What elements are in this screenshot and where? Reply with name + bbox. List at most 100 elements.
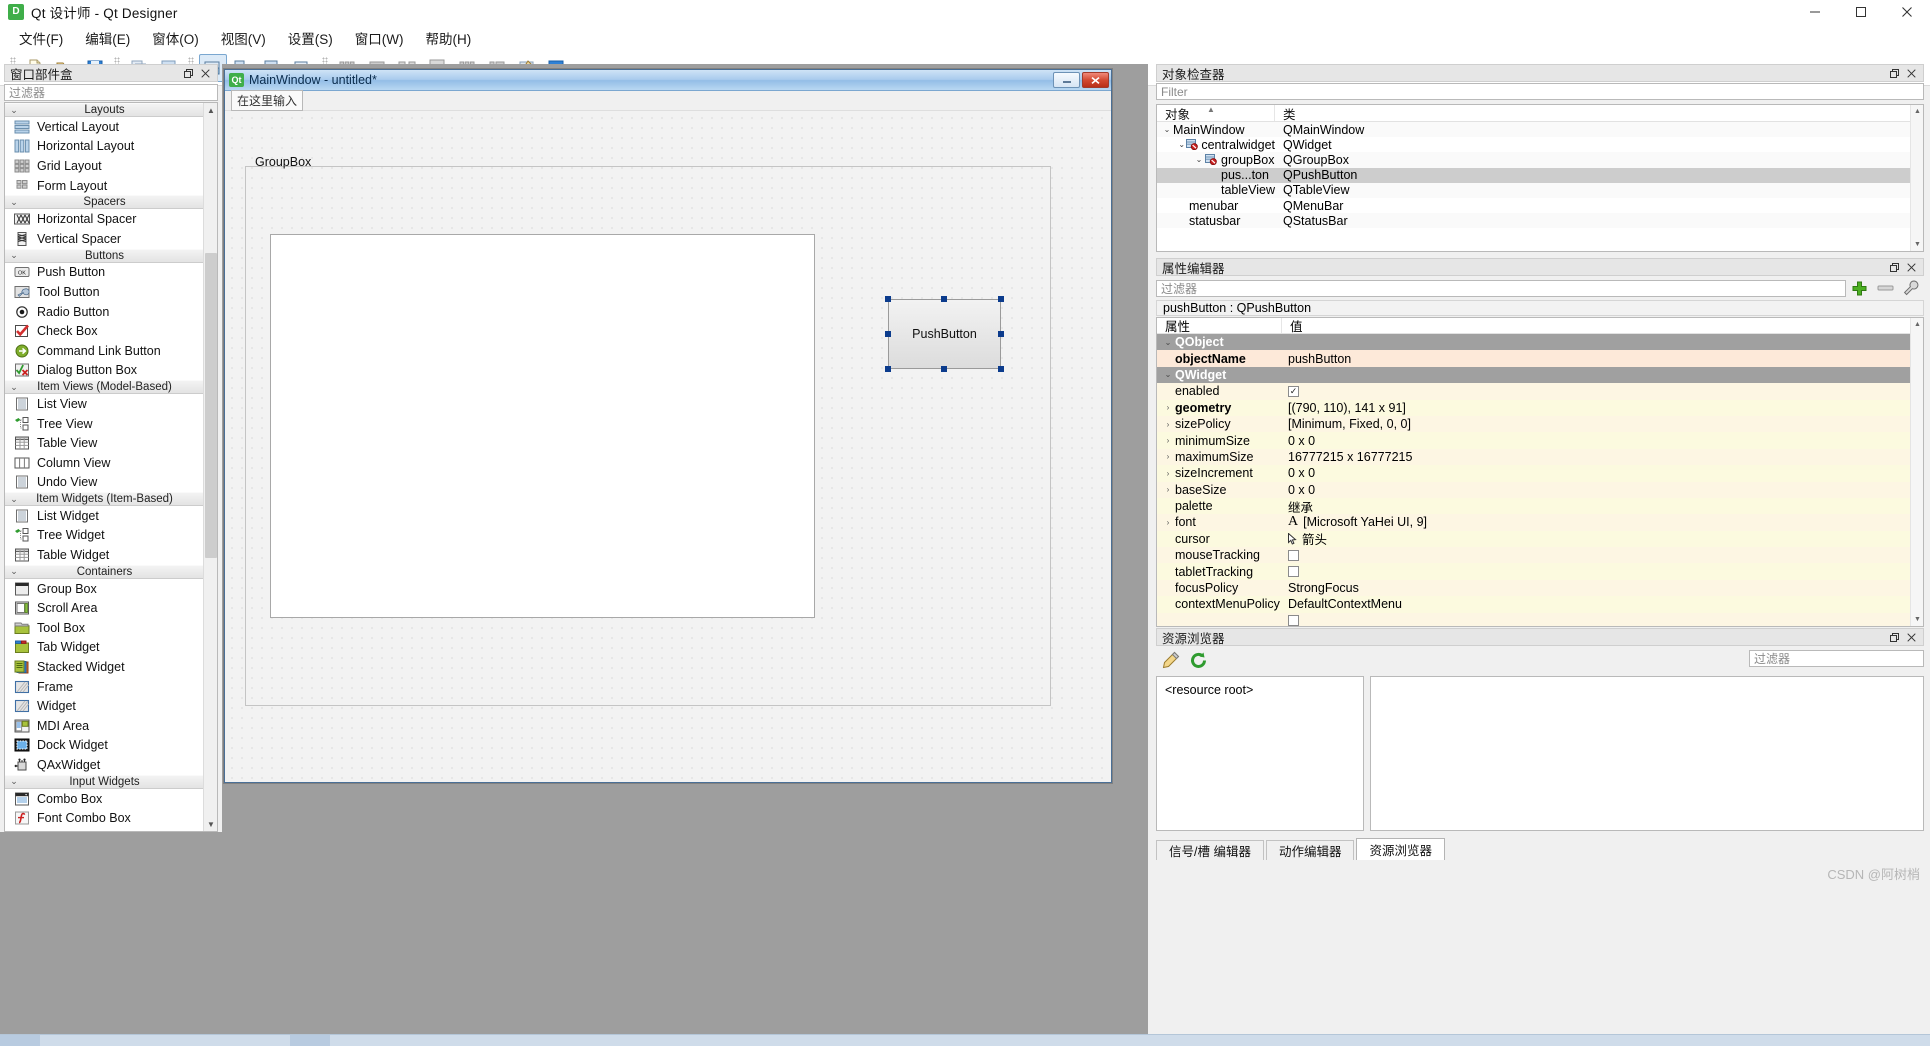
- widget-item-stacked-widget[interactable]: Stacked Widget: [5, 657, 204, 677]
- property-row-tabletTracking[interactable]: tabletTracking: [1157, 563, 1923, 580]
- float-icon[interactable]: [1887, 630, 1901, 644]
- widget-item-frame[interactable]: Frame: [5, 677, 204, 697]
- property-value-cell[interactable]: pushButton: [1282, 352, 1923, 366]
- tab-resource-browser[interactable]: 资源浏览器: [1356, 838, 1445, 860]
- widget-item-push-button[interactable]: OK Push Button: [5, 263, 204, 283]
- widget-group-containers[interactable]: ⌄ Containers: [5, 564, 204, 579]
- property-row-partial[interactable]: [1157, 612, 1923, 626]
- form-minimize-button[interactable]: [1053, 72, 1080, 88]
- object-row-centralwidget[interactable]: ⌄ centralwidget QWidget: [1157, 137, 1923, 152]
- widget-item-horizontal-layout[interactable]: Horizontal Layout: [5, 137, 204, 157]
- minimize-button[interactable]: [1792, 0, 1838, 24]
- checkbox-unchecked-icon[interactable]: [1288, 549, 1299, 561]
- property-row-geometry[interactable]: › geometry [(790, 110), 141 x 91]: [1157, 399, 1923, 416]
- widget-item-group-box[interactable]: Group Box: [5, 579, 204, 599]
- property-row-QWidget[interactable]: ⌄ QWidget: [1157, 366, 1923, 384]
- resource-root-item[interactable]: <resource root>: [1165, 683, 1253, 697]
- widget-item-tree-view[interactable]: Tree View: [5, 414, 204, 434]
- object-inspector-filter[interactable]: Filter: [1156, 83, 1924, 100]
- widget-item-dock-widget[interactable]: Dock Widget: [5, 736, 204, 756]
- widget-item-tab-widget[interactable]: Tab Widget: [5, 638, 204, 658]
- property-row-maximumSize[interactable]: › maximumSize 16777215 x 16777215: [1157, 448, 1923, 466]
- chevron-right-icon[interactable]: ›: [1161, 469, 1175, 478]
- widget-item-combo-box[interactable]: Combo Box: [5, 789, 204, 809]
- property-row-objectName[interactable]: objectName pushButton: [1157, 350, 1923, 367]
- close-icon[interactable]: [1904, 630, 1918, 644]
- chevron-down-icon[interactable]: ⌄: [1161, 338, 1175, 347]
- property-row-minimumSize[interactable]: › minimumSize 0 x 0: [1157, 432, 1923, 449]
- widget-group-layouts[interactable]: ⌄ Layouts: [5, 103, 204, 117]
- column-header-property[interactable]: 属性: [1157, 318, 1282, 334]
- property-editor-grid[interactable]: 属性 值 ⌄ QObject objectName pushButton ⌄ QWidge…: [1156, 317, 1924, 627]
- widget-item-scroll-area[interactable]: Scroll Area: [5, 598, 204, 618]
- resize-handle-bottom-right[interactable]: [998, 366, 1004, 372]
- property-row-palette[interactable]: palette 继承: [1157, 497, 1923, 515]
- widget-group-buttons[interactable]: ⌄ Buttons: [5, 248, 204, 263]
- resource-tree[interactable]: <resource root>: [1156, 676, 1364, 831]
- widget-item-tool-box[interactable]: Tool Box: [5, 618, 204, 638]
- widget-group-item-widgets-item-based[interactable]: ⌄ Item Widgets (Item-Based): [5, 492, 204, 507]
- property-row-sizePolicy[interactable]: › sizePolicy [Minimum, Fixed, 0, 0]: [1157, 415, 1923, 433]
- scroll-down-icon[interactable]: ▼: [1911, 238, 1923, 251]
- property-value-cell[interactable]: StrongFocus: [1282, 581, 1923, 595]
- close-button[interactable]: [1884, 0, 1930, 24]
- widget-item-vertical-layout[interactable]: Vertical Layout: [5, 117, 204, 137]
- widget-item-radio-button[interactable]: Radio Button: [5, 302, 204, 322]
- widget-item-command-link-button[interactable]: Command Link Button: [5, 341, 204, 361]
- chevron-down-icon[interactable]: ⌄: [1161, 370, 1175, 379]
- property-value-cell[interactable]: ✓: [1282, 385, 1923, 397]
- property-row-baseSize[interactable]: › baseSize 0 x 0: [1157, 481, 1923, 498]
- resize-handle-left[interactable]: [885, 331, 891, 337]
- resize-handle-top-right[interactable]: [998, 296, 1004, 302]
- close-icon[interactable]: [1904, 260, 1918, 274]
- resize-handle-bottom[interactable]: [941, 366, 947, 372]
- maximize-button[interactable]: [1838, 0, 1884, 24]
- resource-preview[interactable]: [1370, 676, 1924, 831]
- pushbutton-widget[interactable]: PushButton: [888, 299, 1001, 369]
- object-row-MainWindow[interactable]: ⌄ MainWindow QMainWindow: [1157, 122, 1923, 138]
- chevron-right-icon[interactable]: ›: [1161, 518, 1175, 527]
- menu-file[interactable]: 文件(F): [8, 25, 74, 51]
- widget-item-horizontal-spacer[interactable]: Horizontal Spacer: [5, 209, 204, 229]
- chevron-right-icon[interactable]: ›: [1161, 403, 1175, 412]
- property-value-cell[interactable]: 16777215 x 16777215: [1282, 450, 1923, 464]
- chevron-right-icon[interactable]: ›: [1161, 420, 1175, 429]
- object-row-statusbar[interactable]: statusbar QStatusBar: [1157, 213, 1923, 229]
- widget-item-widget[interactable]: Widget: [5, 696, 204, 716]
- checkbox-checked-icon[interactable]: ✓: [1288, 385, 1299, 397]
- widget-box-list[interactable]: ⌄ Layouts Vertical Layout Horizontal Layout…: [4, 102, 218, 832]
- float-icon[interactable]: [1887, 66, 1901, 80]
- widget-item-grid-layout[interactable]: Grid Layout: [5, 156, 204, 176]
- resource-filter-input[interactable]: 过滤器: [1749, 650, 1924, 667]
- object-inspector-scrollbar[interactable]: ▲ ▼: [1910, 105, 1923, 251]
- column-header-value[interactable]: 值: [1282, 318, 1303, 334]
- widget-group-item-views-model-based[interactable]: ⌄ Item Views (Model-Based): [5, 380, 204, 395]
- menu-form[interactable]: 窗体(O): [141, 25, 210, 51]
- scroll-up-icon[interactable]: ▲: [1911, 318, 1923, 331]
- property-value-cell[interactable]: [1282, 566, 1923, 578]
- chevron-right-icon[interactable]: ›: [1161, 485, 1175, 494]
- property-row-mouseTracking[interactable]: mouseTracking: [1157, 547, 1923, 564]
- chevron-down-icon[interactable]: ⌄: [1193, 155, 1205, 164]
- widget-item-check-box[interactable]: Check Box: [5, 321, 204, 341]
- property-row-contextMenuPolicy[interactable]: contextMenuPolicy DefaultContextMenu: [1157, 596, 1923, 613]
- widget-item-table-view[interactable]: Table View: [5, 433, 204, 453]
- column-header-object[interactable]: 对象: [1157, 105, 1275, 122]
- checkbox-unchecked-icon[interactable]: [1288, 615, 1299, 626]
- float-icon[interactable]: [181, 66, 195, 80]
- reload-icon[interactable]: [1184, 649, 1212, 671]
- widget-box-scrollbar[interactable]: ▲ ▼: [203, 103, 217, 831]
- form-canvas[interactable]: GroupBox PushButton: [225, 111, 1111, 782]
- resize-handle-bottom-left[interactable]: [885, 366, 891, 372]
- object-row-pus-ton[interactable]: pus...ton QPushButton: [1157, 167, 1923, 183]
- widget-item-list-view[interactable]: List View: [5, 394, 204, 414]
- widget-item-tool-button[interactable]: Tool Button: [5, 282, 204, 302]
- menu-settings[interactable]: 设置(S): [277, 25, 344, 51]
- property-value-cell[interactable]: 箭头: [1282, 529, 1923, 548]
- object-row-tableView[interactable]: tableView QTableView: [1157, 182, 1923, 198]
- menu-help[interactable]: 帮助(H): [414, 25, 482, 51]
- pushbutton-selection[interactable]: PushButton: [885, 296, 1004, 372]
- chevron-down-icon[interactable]: ⌄: [1177, 140, 1186, 149]
- close-icon[interactable]: [1904, 66, 1918, 80]
- property-value-cell[interactable]: DefaultContextMenu: [1282, 597, 1923, 611]
